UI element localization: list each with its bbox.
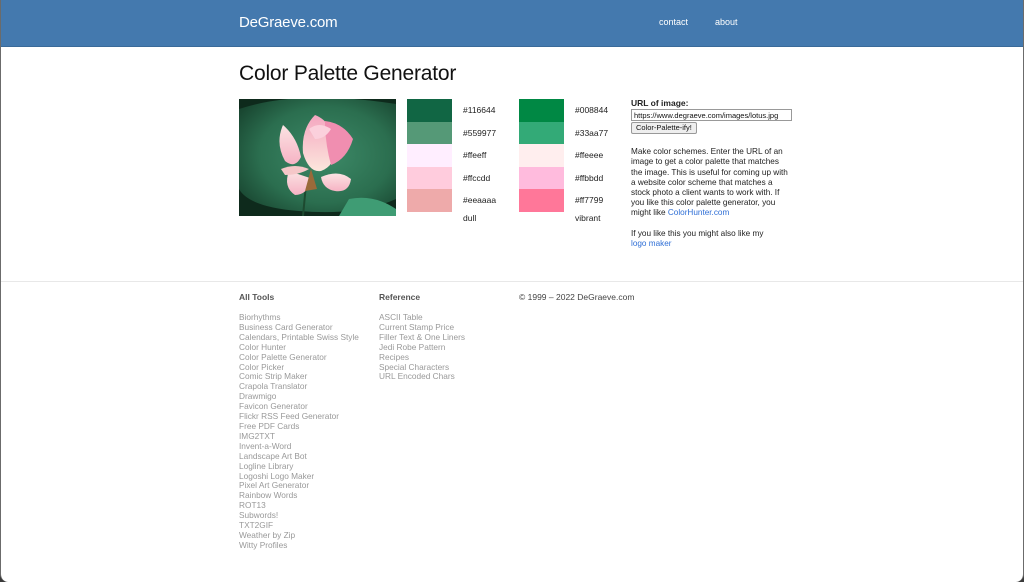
lotus-image xyxy=(239,99,396,216)
dull-palette-swatches xyxy=(407,99,452,212)
vibrant-palette-hex-list: #008844 #33aa77 #ffeeee #ffbbdd #ff7799 xyxy=(575,99,608,212)
color-swatch xyxy=(519,189,564,212)
tool-link[interactable]: Color Hunter xyxy=(239,342,286,352)
tool-link[interactable]: Logoshi Logo Maker xyxy=(239,471,314,481)
tool-link[interactable]: Flickr RSS Feed Generator xyxy=(239,411,339,421)
footer-list-item: URL Encoded Chars xyxy=(379,371,465,382)
hex-code: #559977 xyxy=(463,127,497,138)
color-swatch xyxy=(519,121,564,145)
vibrant-palette-label: vibrant xyxy=(575,213,601,223)
hex-code: #116644 xyxy=(463,105,496,115)
logo-maker-link[interactable]: logo maker xyxy=(631,239,672,248)
reference-link[interactable]: Jedi Robe Pattern xyxy=(379,342,445,352)
url-label: URL of image: xyxy=(631,98,689,108)
hex-code: #ff7799 xyxy=(575,195,604,206)
color-swatch xyxy=(519,166,564,190)
tool-link[interactable]: Business Card Generator xyxy=(239,322,333,332)
reference-link[interactable]: Special Characters xyxy=(379,362,449,372)
hex-code: #008844 xyxy=(575,105,609,115)
description: Make color schemes. Enter the URL of an … xyxy=(631,147,791,218)
color-swatch xyxy=(519,99,564,122)
site-logo-link[interactable]: DeGraeve.com xyxy=(239,14,338,31)
description-secondary: If you like this you might also like my … xyxy=(631,229,791,249)
reference-link[interactable]: URL Encoded Chars xyxy=(379,371,455,381)
sidebar-form: URL of image: Color-Palette-ify! Make co… xyxy=(631,98,792,249)
color-swatch xyxy=(407,189,452,212)
nav-about[interactable]: about xyxy=(715,17,738,27)
tool-link[interactable]: Rainbow Words xyxy=(239,490,297,500)
tool-link[interactable]: Weather by Zip xyxy=(239,530,295,540)
tool-link[interactable]: Invent-a-Word xyxy=(239,441,291,451)
tool-link[interactable]: Color Palette Generator xyxy=(239,352,327,362)
color-swatch xyxy=(407,144,452,167)
reference-list: ASCII Table Current Stamp Price Filler Tex… xyxy=(379,312,465,382)
color-swatch xyxy=(519,144,564,167)
tool-link[interactable]: Calendars, Printable Swiss Style xyxy=(239,332,359,342)
footer-list-item: Witty Profiles xyxy=(239,540,359,551)
colorhunter-link[interactable]: ColorHunter.com xyxy=(668,208,729,217)
tool-link[interactable]: Biorhythms xyxy=(239,312,281,322)
description-text-2: If you like this you might also like my xyxy=(631,228,764,238)
description-text: Make color schemes. Enter the URL of an … xyxy=(631,147,788,218)
all-tools-heading: All Tools xyxy=(239,292,275,302)
copyright: © 1999 – 2022 DeGraeve.com xyxy=(519,292,635,302)
hex-code: #ffeeff xyxy=(463,150,487,161)
tool-link[interactable]: TXT2GIF xyxy=(239,520,273,530)
hex-code: #ffbbdd xyxy=(575,172,604,183)
color-swatch xyxy=(407,166,452,190)
tool-link[interactable]: Comic Strip Maker xyxy=(239,371,307,381)
tool-link[interactable]: Witty Profiles xyxy=(239,540,287,550)
footer-divider xyxy=(1,281,1023,282)
hex-code: #ffeeee xyxy=(575,150,604,161)
tool-link[interactable]: Favicon Generator xyxy=(239,401,308,411)
site-header: DeGraeve.com contact about xyxy=(1,0,1023,47)
dull-palette-hex-list: #116644 #559977 #ffeeff #ffccdd #eeaaaa xyxy=(463,99,496,212)
tool-link[interactable]: Free PDF Cards xyxy=(239,421,299,431)
hex-code: #eeaaaa xyxy=(463,195,497,206)
reference-link[interactable]: Current Stamp Price xyxy=(379,322,454,332)
dull-palette-label: dull xyxy=(463,213,477,223)
tool-link[interactable]: IMG2TXT xyxy=(239,431,275,441)
tool-link[interactable]: Subwords! xyxy=(239,510,278,520)
vibrant-palette-swatches xyxy=(519,99,564,212)
browser-window: DeGraeve.com contact about Color Palette… xyxy=(0,0,1024,582)
all-tools-list: Biorhythms Business Card Generator Calenda… xyxy=(239,312,359,551)
tool-link[interactable]: Crapola Translator xyxy=(239,381,307,391)
page-title: Color Palette Generator xyxy=(239,62,457,85)
color-swatch xyxy=(407,121,452,145)
image-url-input[interactable] xyxy=(631,109,792,122)
nav-contact[interactable]: contact xyxy=(659,17,688,27)
reference-heading: Reference xyxy=(379,292,421,302)
reference-link[interactable]: Recipes xyxy=(379,352,409,362)
tool-link[interactable]: Pixel Art Generator xyxy=(239,480,309,490)
reference-link[interactable]: Filler Text & One Liners xyxy=(379,332,465,342)
reference-link[interactable]: ASCII Table xyxy=(379,312,423,322)
hex-code: #33aa77 xyxy=(575,127,609,138)
tool-link[interactable]: Logline Library xyxy=(239,461,293,471)
hex-code: #ffccdd xyxy=(463,172,491,183)
color-palette-ify-button[interactable]: Color-Palette-ify! xyxy=(631,122,697,135)
tool-link[interactable]: Landscape Art Bot xyxy=(239,451,307,461)
color-swatch xyxy=(407,99,452,122)
tool-link[interactable]: ROT13 xyxy=(239,500,266,510)
tool-link[interactable]: Color Picker xyxy=(239,362,284,372)
tool-link[interactable]: Drawmigo xyxy=(239,391,276,401)
